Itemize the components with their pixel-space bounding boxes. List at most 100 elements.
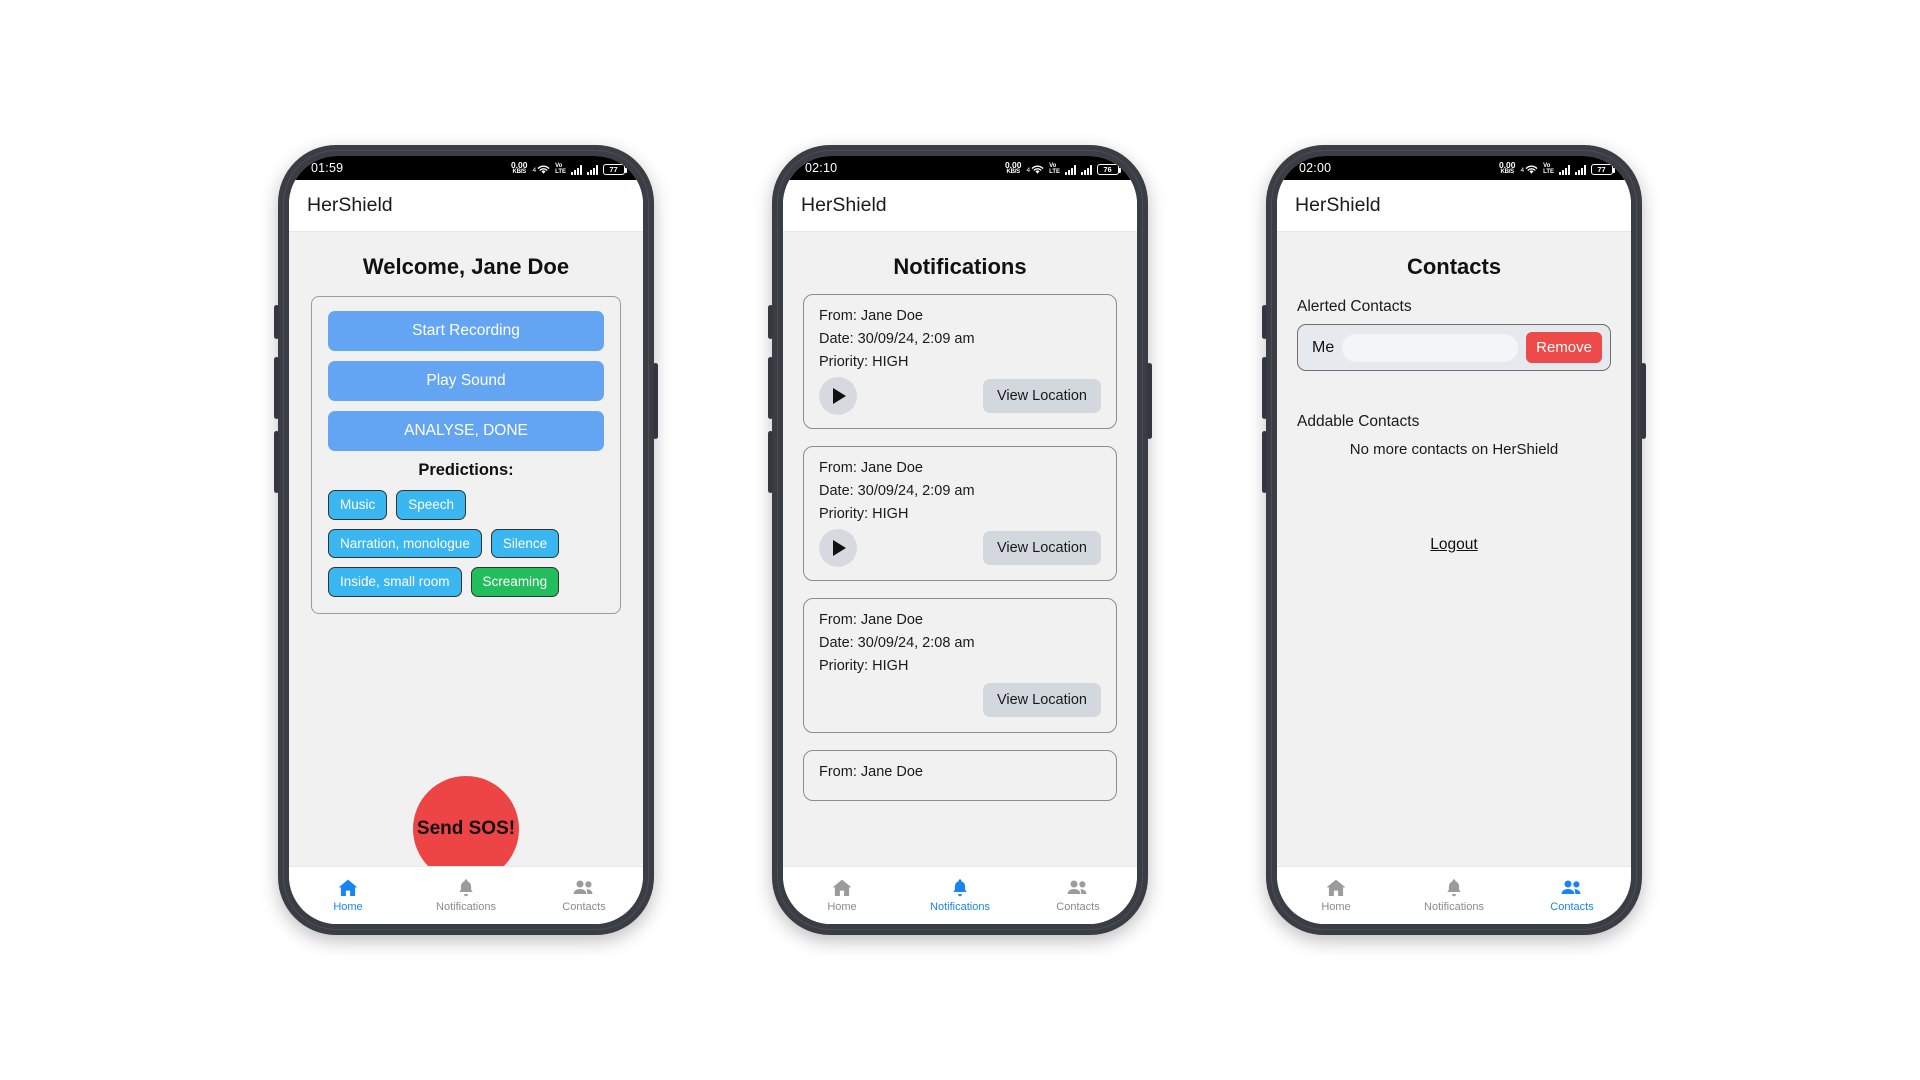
nav-label-contacts: Contacts	[1056, 901, 1100, 913]
wifi-icon: 4	[1520, 164, 1538, 175]
phone-volume-down-button[interactable]	[768, 431, 773, 493]
volte-icon: Vo LTE	[1543, 163, 1554, 176]
bell-icon	[1444, 878, 1464, 898]
status-bar: 02:00 0.00 KB/S 4 Vo LTE 77	[1277, 156, 1631, 180]
notification-date: Date: 30/09/24, 2:09 am	[819, 483, 975, 499]
nav-item-notifications[interactable]: Notifications	[407, 878, 525, 913]
analyse-done-button[interactable]: ANALYSE, DONE	[328, 411, 604, 451]
signal-sim2-icon	[587, 165, 598, 176]
home-icon	[831, 878, 853, 898]
sos-area: Send SOS!	[289, 776, 643, 866]
status-icons: 0.00 KB/S 4 Vo LTE 76	[1005, 161, 1121, 176]
predictions-tag-list: Music Speech Narration, monologue Silenc…	[328, 490, 604, 597]
nav-label-home: Home	[827, 901, 857, 913]
nav-label-notifications: Notifications	[1424, 901, 1484, 913]
signal-sim2-icon	[1081, 165, 1092, 176]
prediction-tag[interactable]: Silence	[490, 528, 560, 559]
app-bar: HerShield	[289, 180, 643, 232]
volte-icon: Vo LTE	[555, 163, 566, 176]
signal-sim2-icon	[1575, 165, 1586, 176]
notification-date: Date: 30/09/24, 2:09 am	[819, 331, 975, 347]
contacts-body: Contacts Alerted Contacts Me Remove Adda…	[1277, 232, 1631, 866]
status-time: 02:10	[805, 161, 838, 175]
nav-label-notifications: Notifications	[930, 901, 990, 913]
phone-volume-up-button[interactable]	[1262, 357, 1267, 419]
volte-icon: Vo LTE	[1049, 163, 1060, 176]
view-location-button[interactable]: View Location	[982, 531, 1101, 565]
contact-name: Me	[1312, 338, 1335, 356]
wifi-icon: 4	[532, 164, 550, 175]
phone-side-button[interactable]	[274, 305, 279, 339]
phone-power-button[interactable]	[1641, 363, 1646, 439]
nav-item-contacts[interactable]: Contacts	[1019, 878, 1137, 913]
page-title: Notifications	[893, 254, 1027, 279]
status-icons: 0.00 KB/S 4 Vo LTE 77	[1498, 159, 1615, 176]
nav-label-home: Home	[333, 901, 363, 913]
home-body: Welcome, Jane Doe Start Recording Play S…	[289, 232, 643, 866]
phone-volume-down-button[interactable]	[274, 431, 279, 493]
people-icon	[1066, 878, 1090, 898]
play-audio-button[interactable]	[819, 377, 857, 415]
play-sound-button[interactable]: Play Sound	[328, 361, 604, 401]
people-icon	[1560, 878, 1584, 898]
nav-item-home[interactable]: Home	[289, 878, 407, 913]
notifications-body: Notifications From: Jane Doe Date: 30/09…	[783, 232, 1137, 866]
send-sos-button[interactable]: Send SOS!	[413, 776, 519, 866]
logout-link[interactable]: Logout	[1430, 536, 1477, 553]
network-rate-icon: 0.00 KB/S	[1498, 159, 1516, 176]
home-icon	[1325, 878, 1347, 898]
home-panel: Start Recording Play Sound ANALYSE, DONE…	[311, 296, 621, 614]
prediction-tag[interactable]: Narration, monologue	[328, 528, 482, 559]
status-bar: 01:59 0.00 KB/S 4 Vo LTE 77	[289, 156, 643, 180]
phone-volume-down-button[interactable]	[1262, 431, 1267, 493]
notification-from: From: Jane Doe	[819, 460, 923, 476]
prediction-tag-screaming[interactable]: Screaming	[470, 567, 560, 597]
app-title: HerShield	[307, 194, 393, 216]
phone-side-button[interactable]	[768, 305, 773, 339]
remove-contact-button[interactable]: Remove	[1526, 332, 1602, 363]
phone-volume-up-button[interactable]	[274, 357, 279, 419]
phone-power-button[interactable]	[653, 363, 658, 439]
nav-item-contacts[interactable]: Contacts	[525, 878, 643, 913]
app-title: HerShield	[1295, 194, 1381, 216]
addable-empty-message: No more contacts on HerShield	[1349, 441, 1559, 458]
prediction-tag[interactable]: Music	[328, 490, 388, 520]
start-recording-button[interactable]: Start Recording	[328, 311, 604, 351]
phone-home: 01:59 0.00 KB/S 4 Vo LTE 77 HerShield We…	[274, 145, 658, 935]
notification-card: From: Jane Doe Date: 30/09/24, 2:08 am P…	[803, 598, 1117, 733]
page-title: Contacts	[1406, 254, 1502, 279]
notification-list[interactable]: From: Jane Doe Date: 30/09/24, 2:09 am P…	[783, 294, 1137, 866]
battery-icon: 77	[603, 164, 627, 176]
nav-item-contacts[interactable]: Contacts	[1513, 878, 1631, 913]
battery-icon: 76	[1097, 164, 1121, 176]
play-icon	[833, 540, 846, 556]
contact-field[interactable]	[1342, 333, 1519, 362]
prediction-tag[interactable]: Inside, small room	[328, 567, 462, 597]
nav-label-home: Home	[1321, 901, 1351, 913]
view-location-button[interactable]: View Location	[982, 379, 1101, 413]
notification-card: From: Jane Doe Date: 30/09/24, 2:09 am P…	[803, 294, 1117, 429]
signal-sim1-icon	[1559, 165, 1570, 176]
nav-item-notifications[interactable]: Notifications	[1395, 878, 1513, 913]
bell-icon	[950, 878, 970, 898]
logout-area: Logout	[1297, 536, 1611, 554]
nav-item-notifications[interactable]: Notifications	[901, 878, 1019, 913]
people-icon	[572, 878, 596, 898]
bell-icon	[456, 878, 476, 898]
bottom-navigation: Home Notifications Contacts	[783, 866, 1137, 924]
phone-power-button[interactable]	[1147, 363, 1152, 439]
predictions-label: Predictions:	[418, 461, 514, 479]
prediction-tag[interactable]: Speech	[396, 490, 467, 520]
nav-item-home[interactable]: Home	[1277, 878, 1395, 913]
contact-row: Me Remove	[1297, 324, 1611, 371]
phone-volume-up-button[interactable]	[768, 357, 773, 419]
phones-stage: 01:59 0.00 KB/S 4 Vo LTE 77 HerShield We…	[0, 0, 1920, 1080]
view-location-button[interactable]: View Location	[982, 683, 1101, 717]
phone-side-button[interactable]	[1262, 305, 1267, 339]
nav-item-home[interactable]: Home	[783, 878, 901, 913]
notification-date: Date: 30/09/24, 2:08 am	[819, 635, 975, 651]
bottom-navigation: Home Notifications Contacts	[289, 866, 643, 924]
bottom-navigation: Home Notifications Contacts	[1277, 866, 1631, 924]
status-time: 02:00	[1299, 161, 1332, 175]
play-audio-button[interactable]	[819, 529, 857, 567]
